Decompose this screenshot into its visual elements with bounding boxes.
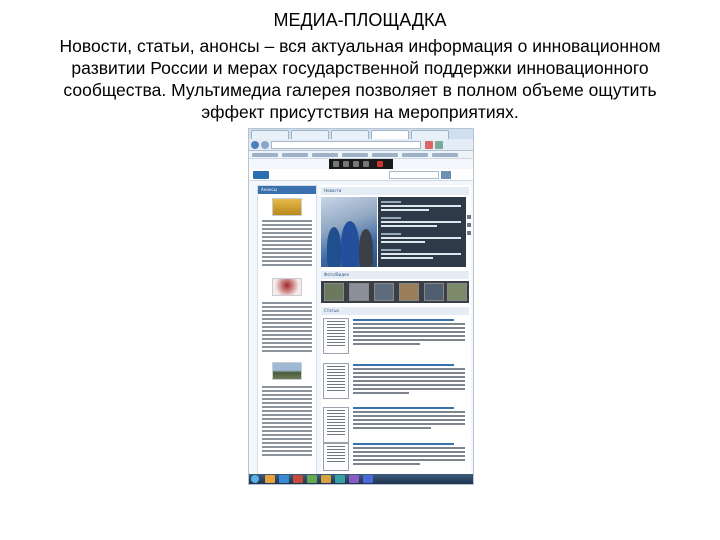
video-control[interactable] (363, 161, 369, 167)
app-icon[interactable] (293, 475, 303, 483)
gallery-thumbnail[interactable] (374, 283, 394, 301)
news-scroll-controls[interactable] (467, 215, 471, 255)
app-icon[interactable] (307, 475, 317, 483)
address-bar[interactable] (271, 141, 421, 149)
browser-icon[interactable] (279, 475, 289, 483)
news-item[interactable] (381, 249, 461, 263)
gallery-thumbnail[interactable] (399, 283, 419, 301)
gallery-thumbnail[interactable] (324, 283, 344, 301)
bookmark-item[interactable] (342, 153, 368, 157)
browser-tab[interactable] (411, 130, 449, 139)
refresh-icon[interactable] (435, 141, 443, 149)
forward-icon[interactable] (261, 141, 269, 149)
back-icon[interactable] (251, 141, 259, 149)
browser-tab-active[interactable] (371, 130, 409, 139)
announcements-sidebar: Анонсы (257, 185, 317, 475)
article-document-thumbnail[interactable] (323, 363, 349, 399)
person-figure (327, 227, 341, 267)
website-screenshot: Анонсы Новости Фото/Видео Статьи (248, 128, 474, 485)
video-toolbar (329, 159, 393, 169)
announcement-text[interactable] (262, 302, 312, 354)
articles-heading: Статьи (321, 307, 469, 315)
close-page-icon[interactable] (425, 141, 433, 149)
video-control[interactable] (333, 161, 339, 167)
site-logo[interactable] (253, 171, 269, 179)
news-item[interactable] (381, 217, 461, 231)
bookmark-item[interactable] (402, 153, 428, 157)
announcement-text[interactable] (262, 386, 312, 458)
article-document-thumbnail[interactable] (323, 407, 349, 443)
video-control[interactable] (377, 161, 383, 167)
browser-tab[interactable] (291, 130, 329, 139)
person-figure (341, 221, 359, 267)
article-document-thumbnail[interactable] (323, 318, 349, 354)
gallery-thumbnail[interactable] (424, 283, 444, 301)
bookmark-item[interactable] (312, 153, 338, 157)
browser-nav-bar (249, 139, 473, 151)
announcement-thumbnail[interactable] (272, 362, 302, 380)
announcements-heading: Анонсы (258, 186, 316, 194)
announcement-thumbnail[interactable] (272, 278, 302, 296)
person-figure (359, 229, 373, 267)
app-icon[interactable] (349, 475, 359, 483)
browser-tab[interactable] (331, 130, 369, 139)
bookmark-item[interactable] (252, 153, 278, 157)
news-heading: Новости (321, 187, 469, 195)
system-clock[interactable] (447, 476, 467, 482)
article-summary[interactable] (353, 364, 465, 396)
video-control[interactable] (343, 161, 349, 167)
site-search-button[interactable] (441, 171, 451, 179)
start-icon[interactable] (251, 475, 259, 483)
app-icon[interactable] (335, 475, 345, 483)
video-control[interactable] (353, 161, 359, 167)
media-gallery (321, 281, 469, 303)
bookmark-item[interactable] (432, 153, 458, 157)
site-header (249, 169, 473, 181)
main-content: Новости Фото/Видео Статьи (321, 185, 471, 475)
announcement-thumbnail[interactable] (272, 198, 302, 216)
article-summary[interactable] (353, 443, 465, 467)
gallery-thumbnail[interactable] (447, 283, 467, 301)
browser-tab-strip (249, 129, 473, 139)
news-item[interactable] (381, 233, 461, 247)
folder-icon[interactable] (265, 475, 275, 483)
app-icon[interactable] (321, 475, 331, 483)
news-list (378, 197, 466, 267)
bookmark-item[interactable] (372, 153, 398, 157)
bookmark-item[interactable] (282, 153, 308, 157)
os-taskbar (249, 474, 473, 484)
slide-title: МЕДИА-ПЛОЩАДКА (273, 10, 447, 30)
news-item[interactable] (381, 201, 461, 215)
media-heading: Фото/Видео (321, 271, 469, 279)
announcement-text[interactable] (262, 220, 312, 268)
gallery-thumbnail[interactable] (349, 283, 369, 301)
article-document-thumbnail[interactable] (323, 443, 349, 471)
slide-description: Новости, статьи, анонсы – вся актуальная… (59, 36, 661, 122)
article-summary[interactable] (353, 319, 465, 347)
bookmarks-bar (249, 151, 473, 159)
browser-tab[interactable] (251, 130, 289, 139)
article-summary[interactable] (353, 407, 465, 431)
site-search-input[interactable] (389, 171, 439, 179)
news-photo[interactable] (321, 197, 377, 267)
app-icon[interactable] (363, 475, 373, 483)
